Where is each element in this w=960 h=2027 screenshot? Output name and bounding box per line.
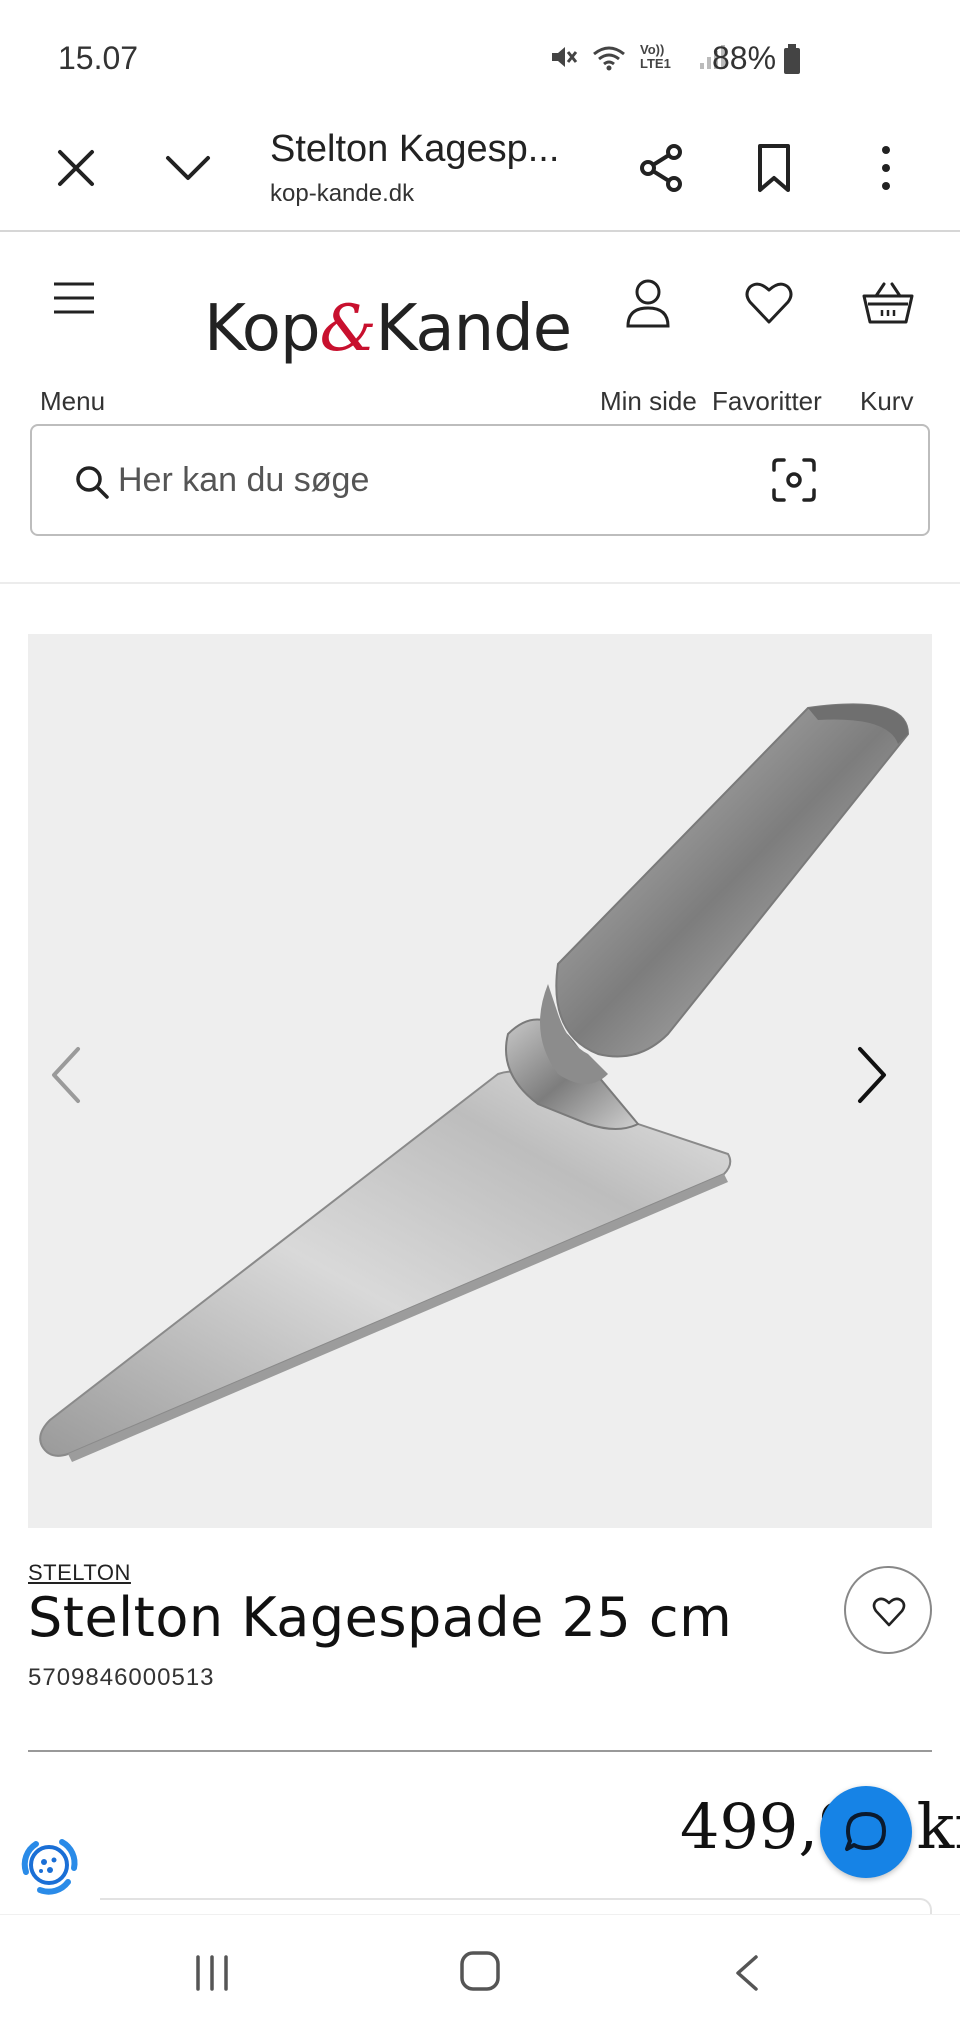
status-bar: 15.07 Vo)) LTE1 88%: [0, 0, 960, 110]
cake-server-image: [39, 703, 910, 1462]
volte-label: Vo)) LTE1: [640, 42, 671, 71]
cart-label: Kurv: [860, 386, 914, 416]
mute-icon: [552, 47, 578, 67]
search-icon: [76, 466, 109, 499]
chat-bubble-icon: [845, 1812, 886, 1851]
logo-text-kop: Kop: [204, 292, 321, 366]
divider: [28, 1750, 932, 1752]
favorites-button[interactable]: Favoritter: [710, 278, 826, 416]
site-logo[interactable]: Kop&Kande: [204, 292, 573, 366]
site-header: Menu Kop&Kande Min side Favoritter Kurv: [0, 234, 960, 584]
user-icon: [626, 279, 670, 328]
share-icon[interactable]: [636, 140, 688, 196]
battery-icon: [784, 44, 800, 74]
tab-url[interactable]: kop-kande.dk: [270, 180, 414, 208]
heart-icon: [872, 1597, 906, 1627]
search-box[interactable]: [30, 424, 930, 536]
close-icon[interactable]: [50, 142, 102, 194]
product-title: Stelton Kagespade 25 cm: [28, 1586, 733, 1649]
product-ean: 5709846000513: [28, 1664, 215, 1691]
chevron-down-icon[interactable]: [160, 142, 216, 194]
status-icons: Vo)) LTE1: [548, 42, 726, 72]
more-vertical-icon[interactable]: [870, 140, 902, 196]
status-time: 15.07: [58, 40, 139, 76]
system-navigation-bar: [0, 1914, 960, 2027]
recents-icon[interactable]: [190, 1955, 234, 1991]
wifi-icon: [593, 46, 625, 71]
add-to-favorites-button[interactable]: [844, 1566, 932, 1654]
back-icon[interactable]: [730, 1953, 764, 1993]
account-button[interactable]: Min side: [596, 278, 700, 416]
chat-button[interactable]: [820, 1786, 912, 1878]
search-input[interactable]: [118, 448, 758, 512]
account-label: Min side: [600, 386, 697, 416]
cookie-consent-icon[interactable]: [16, 1832, 82, 1898]
brand-link[interactable]: STELTON: [28, 1560, 131, 1586]
tab-title: Stelton Kagesp...: [270, 128, 560, 170]
bookmark-icon[interactable]: [752, 140, 796, 196]
product-image[interactable]: [28, 634, 932, 1528]
logo-text-kande: Kande: [375, 292, 573, 366]
menu-label: Menu: [40, 386, 106, 416]
favorites-label: Favoritter: [712, 386, 822, 416]
battery-percent: 88%: [712, 40, 777, 76]
carousel-prev-icon[interactable]: [40, 1035, 90, 1115]
home-icon[interactable]: [458, 1949, 502, 1993]
carousel-next-icon[interactable]: [848, 1035, 898, 1115]
visual-search-icon[interactable]: [770, 456, 818, 504]
logo-ampersand: &: [319, 292, 377, 366]
menu-button[interactable]: Menu: [30, 278, 114, 416]
browser-toolbar: Stelton Kagesp... kop-kande.dk: [0, 110, 960, 232]
hamburger-icon: [54, 282, 94, 314]
heart-icon: [745, 282, 793, 324]
cart-button[interactable]: Kurv: [846, 278, 930, 416]
basket-icon: [862, 282, 914, 324]
